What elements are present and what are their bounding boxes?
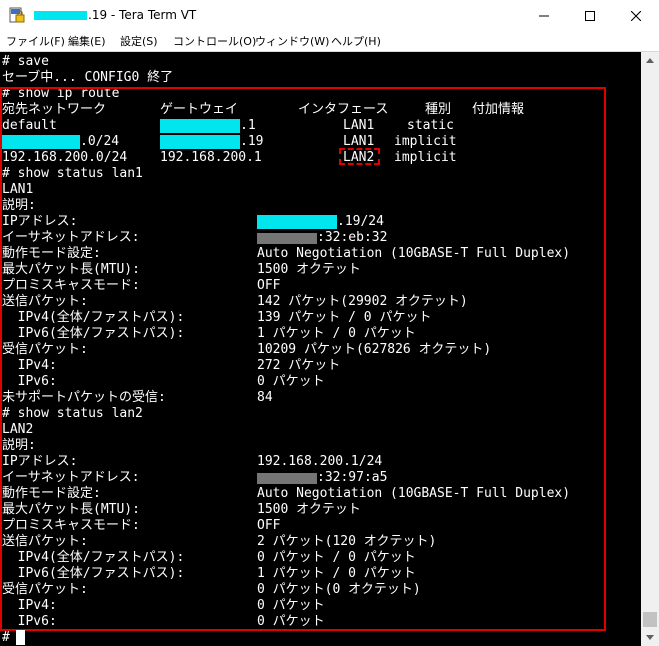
- status-row: IPアドレス: 192.168.200.1/24: [2, 454, 383, 469]
- redacted-ip: [160, 135, 240, 149]
- terminal-line: LAN2: [2, 422, 34, 437]
- status-row: プロミスキャスモード: OFF: [2, 278, 281, 293]
- status-row: IPv6(全体/ファストパス): 1 パケット / 0 パケット: [2, 566, 416, 581]
- status-row: 送信パケット: 2 パケット(120 オクテット): [2, 534, 437, 549]
- terminal-line: 説明:: [2, 438, 36, 453]
- arrow-up-icon: [646, 58, 654, 63]
- scroll-thumb[interactable]: [643, 612, 657, 627]
- vertical-scrollbar[interactable]: [641, 52, 659, 646]
- status-row: IPv4(全体/ファストパス): 0 パケット / 0 パケット: [2, 550, 416, 565]
- scroll-up-button[interactable]: [641, 52, 659, 69]
- terminal-line: # show ip route: [2, 86, 120, 101]
- route-row: 192.168.200.0/24 192.168.200.1 LAN2 impl…: [2, 150, 457, 165]
- scroll-down-button[interactable]: [641, 629, 659, 646]
- status-row: 最大パケット長(MTU): 1500 オクテット: [2, 262, 361, 277]
- redacted-host: [34, 11, 87, 20]
- status-row: 未サポートパケットの受信: 84: [2, 390, 273, 405]
- redacted-ip: [257, 215, 337, 229]
- status-row: IPv4: 0 パケット: [2, 598, 325, 613]
- command-prompt: #: [2, 630, 10, 645]
- status-row: IPアドレス: .19/24: [2, 214, 384, 229]
- status-row: 送信パケット: 142 パケット(29902 オクテット): [2, 294, 468, 309]
- close-icon: [631, 10, 641, 21]
- route-row: .0/24 .19 LAN1 implicit: [2, 134, 457, 150]
- status-row: イーサネットアドレス: :32:eb:32: [2, 230, 388, 245]
- terminal-line: 説明:: [2, 198, 36, 213]
- terminal-line: # save: [2, 54, 49, 69]
- menu-file[interactable]: ファイル(F): [6, 33, 65, 49]
- terminal-screen[interactable]: # save セーブ中... CONFIG0 終了 # show ip rout…: [0, 52, 641, 646]
- status-row: 受信パケット: 10209 パケット(627826 オクテット): [2, 342, 492, 357]
- terminal-line: セーブ中... CONFIG0 終了: [2, 70, 174, 85]
- tera-term-lock-icon[interactable]: [9, 7, 25, 23]
- status-row: IPv6: 0 パケット: [2, 614, 325, 629]
- terminal-line: # show status lan2: [2, 406, 143, 421]
- arrow-down-icon: [646, 635, 654, 640]
- status-row: IPv4: 272 パケット: [2, 358, 341, 373]
- maximize-button[interactable]: [567, 0, 613, 31]
- maximize-icon: [585, 10, 595, 21]
- menu-edit[interactable]: 編集(E): [68, 33, 106, 49]
- menu-settings[interactable]: 設定(S): [120, 33, 158, 49]
- menu-bar: ファイル(F) 編集(E) 設定(S) コントロール(O) ウィンドウ(W) ヘ…: [0, 31, 659, 52]
- text-cursor: [16, 630, 25, 645]
- status-row: 最大パケット長(MTU): 1500 オクテット: [2, 502, 361, 517]
- status-row: プロミスキャスモード: OFF: [2, 518, 281, 533]
- menu-window[interactable]: ウィンドウ(W): [255, 33, 329, 49]
- annotation-lan2-marker: [339, 148, 380, 165]
- minimize-icon: [539, 15, 549, 16]
- status-row: イーサネットアドレス: :32:97:a5: [2, 470, 388, 485]
- close-button[interactable]: [613, 0, 659, 31]
- minimize-button[interactable]: [521, 0, 567, 31]
- redacted-ip: [160, 119, 240, 133]
- status-row: IPv4(全体/ファストパス): 139 パケット / 0 パケット: [2, 310, 432, 325]
- status-row: IPv6: 0 パケット: [2, 374, 325, 389]
- redacted-ip: [2, 135, 80, 149]
- terminal-line: LAN1: [2, 182, 34, 197]
- terminal-line: # show status lan1: [2, 166, 143, 181]
- window-title: .19 - Tera Term VT: [88, 8, 197, 22]
- status-row: IPv6(全体/ファストパス): 1 パケット / 0 パケット: [2, 326, 416, 341]
- redacted-mac: [257, 233, 317, 244]
- route-header: 宛先ネットワーク ゲートウェイ インタフェース 種別 付加情報: [2, 102, 525, 117]
- menu-help[interactable]: ヘルプ(H): [331, 33, 381, 49]
- status-row: 動作モード設定: Auto Negotiation (10GBASE-T Ful…: [2, 246, 571, 261]
- redacted-mac: [257, 473, 317, 484]
- status-row: 動作モード設定: Auto Negotiation (10GBASE-T Ful…: [2, 486, 571, 501]
- status-row: 受信パケット: 0 パケット(0 オクテット): [2, 582, 421, 597]
- menu-control[interactable]: コントロール(O): [173, 33, 256, 49]
- route-row: default .1 LAN1 static: [2, 118, 454, 133]
- title-bar[interactable]: .19 - Tera Term VT: [0, 0, 659, 31]
